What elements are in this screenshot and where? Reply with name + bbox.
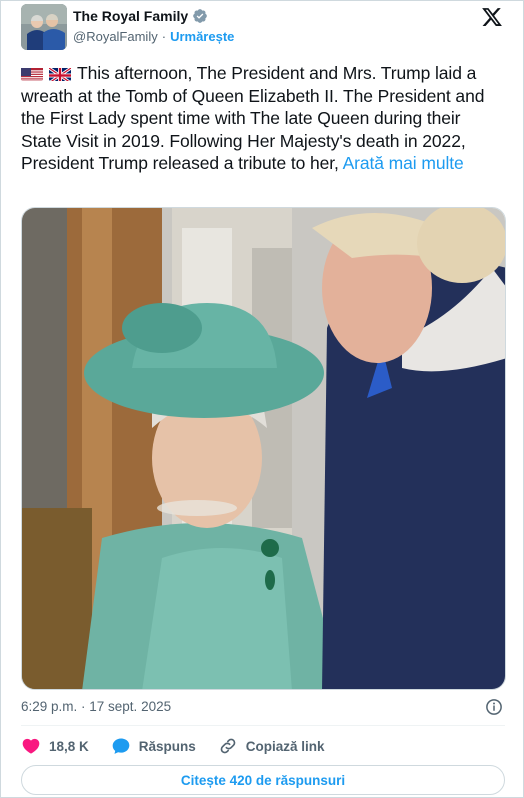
separator: ·	[161, 29, 167, 44]
info-icon[interactable]	[485, 698, 503, 716]
action-bar: 18,8 K Răspuns Copiază link	[21, 736, 347, 756]
heart-icon	[22, 738, 40, 754]
tweet-photo[interactable]	[21, 207, 506, 690]
follow-button[interactable]: Urmărește	[170, 29, 234, 44]
reply-label: Răspuns	[138, 738, 196, 754]
verified-badge-icon	[193, 9, 207, 23]
uk-flag-icon	[49, 66, 71, 81]
avatar[interactable]	[21, 4, 67, 50]
timestamp[interactable]: 6:29 p.m. · 17 sept. 2025	[21, 699, 171, 714]
like-button[interactable]: 18,8 K	[21, 736, 89, 756]
name-row: The Royal Family	[73, 8, 208, 24]
divider	[21, 725, 505, 726]
tweet-card: The Royal Family @RoyalFamily · Urmăreșt…	[0, 0, 524, 798]
handle-row: @RoyalFamily · Urmărește	[73, 29, 234, 44]
x-logo-icon[interactable]	[481, 6, 503, 28]
handle[interactable]: @RoyalFamily	[73, 29, 158, 44]
us-flag-icon	[21, 66, 43, 81]
show-more-link[interactable]: Arată mai multe	[343, 153, 464, 173]
reply-button[interactable]: Răspuns	[111, 736, 196, 756]
copy-link-label: Copiază link	[245, 738, 325, 754]
copy-link-button[interactable]: Copiază link	[218, 736, 325, 756]
link-icon	[220, 738, 236, 754]
reply-icon	[112, 738, 130, 754]
photo-image	[22, 208, 505, 689]
display-name[interactable]: The Royal Family	[73, 8, 188, 24]
tweet-text: This afternoon, The President and Mrs. T…	[21, 62, 505, 175]
tweet-header: The Royal Family @RoyalFamily · Urmăreșt…	[21, 4, 505, 50]
like-count: 18,8 K	[49, 738, 89, 754]
read-replies-button[interactable]: Citește 420 de răspunsuri	[21, 765, 505, 795]
